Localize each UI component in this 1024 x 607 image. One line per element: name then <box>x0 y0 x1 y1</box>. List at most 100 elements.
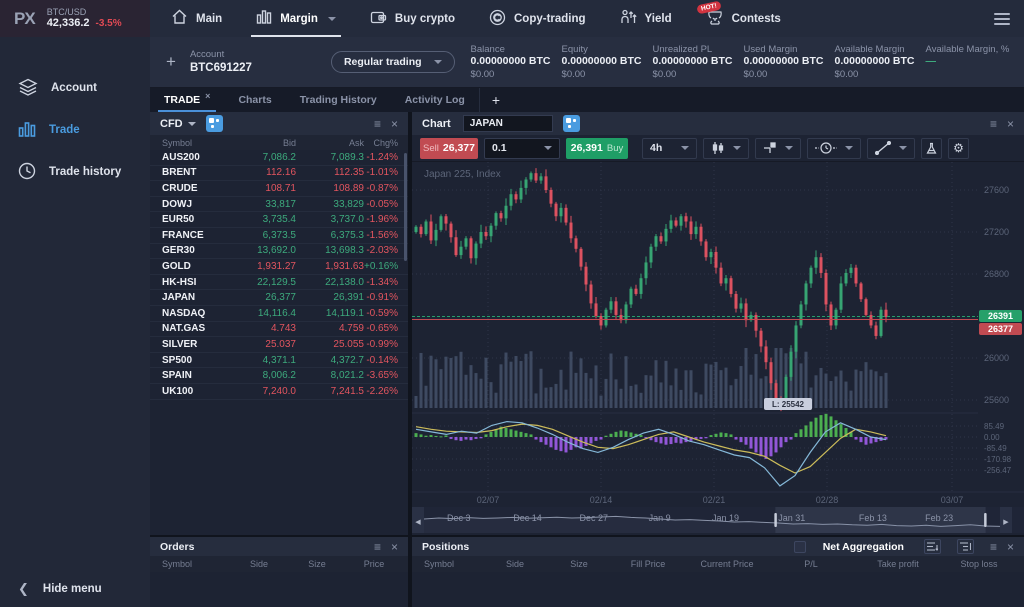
nav-item-buy-crypto[interactable]: Buy crypto <box>353 0 472 37</box>
chevron-down-icon <box>188 122 196 126</box>
tab-activity-log[interactable]: Activity Log <box>391 88 479 112</box>
sidebar-item-trade[interactable]: Trade <box>0 109 150 151</box>
panel-menu-icon[interactable]: ≡ <box>374 541 381 553</box>
close-panel-icon[interactable]: × <box>1007 541 1014 553</box>
nav-item-contests[interactable]: HOT!Contests <box>689 0 798 37</box>
net-aggregation-checkbox[interactable] <box>794 541 806 553</box>
nav-item-yield[interactable]: Yield <box>603 0 689 37</box>
tab-charts[interactable]: Charts <box>224 88 285 112</box>
compare-select[interactable] <box>755 138 801 159</box>
macd-histogram-bar <box>520 432 523 437</box>
symbol-cell: SILVER <box>162 339 232 350</box>
volume-bar <box>715 362 718 408</box>
macd-histogram-bar <box>720 432 723 437</box>
volume-bar <box>745 348 748 408</box>
close-tab-icon[interactable]: × <box>205 91 210 101</box>
watchlist-row-gold[interactable]: GOLD1,931.271,931.63+0.16% <box>150 259 408 275</box>
chart-type-select[interactable] <box>703 138 749 159</box>
close-panel-icon[interactable]: × <box>391 541 398 553</box>
price-chart[interactable]: 2639126377L: 255422760027200268002600025… <box>412 162 1024 535</box>
candle-body <box>520 188 523 200</box>
macd-histogram-bar <box>735 437 738 440</box>
sidebar-item-account[interactable]: Account <box>0 67 150 109</box>
panel-menu-icon[interactable]: ≡ <box>374 118 381 130</box>
nav-item-margin[interactable]: Margin <box>239 0 353 37</box>
watchlist-row-crude[interactable]: CRUDE108.71108.89-0.87% <box>150 181 408 197</box>
watchlist-row-spain[interactable]: SPAIN8,006.28,021.2-3.65% <box>150 368 408 384</box>
volume-bar <box>880 376 883 408</box>
panel-menu-icon[interactable]: ≡ <box>990 541 997 553</box>
watchlist-row-brent[interactable]: BRENT112.16112.35-1.01% <box>150 166 408 182</box>
timeframe-select[interactable]: 4h <box>642 138 697 159</box>
add-tab-button[interactable]: + <box>479 88 512 112</box>
close-panel-icon[interactable]: × <box>1007 118 1014 130</box>
volume-bar <box>520 361 523 408</box>
watchlist-row-uk100[interactable]: UK1007,240.07,241.5-2.26% <box>150 384 408 400</box>
watchlist-row-hk-hsi[interactable]: HK-HSI22,129.522,138.0-1.34% <box>150 275 408 291</box>
candle-body <box>550 190 553 204</box>
chg-cell: -0.99% <box>364 339 398 350</box>
symbol-cell: CRUDE <box>162 183 232 194</box>
trading-mode-select[interactable]: Regular trading <box>331 51 455 73</box>
sell-button[interactable]: Sell 26,377 <box>420 138 478 159</box>
quantity-select[interactable]: 0.1 <box>484 138 560 159</box>
bid-cell: 13,692.0 <box>232 245 296 256</box>
close-panel-icon[interactable]: × <box>391 118 398 130</box>
symbol-cell: NAT.GAS <box>162 323 232 334</box>
chart-settings-button[interactable]: ⚙ <box>948 138 969 159</box>
watchlist-row-ger30[interactable]: GER3013,692.013,698.3-2.03% <box>150 244 408 260</box>
column-header: Size <box>546 559 612 569</box>
watchlist-title[interactable]: CFD <box>160 118 183 130</box>
volume-bar <box>705 364 708 408</box>
account-block[interactable]: Account BTC691227 <box>190 49 295 75</box>
chart-symbol-input[interactable] <box>463 115 553 132</box>
link-symbol-icon[interactable] <box>206 115 223 132</box>
hide-menu-button[interactable]: ❮ Hide menu <box>18 581 102 597</box>
symbol-cell: JAPAN <box>162 292 232 303</box>
volume-bar <box>740 366 743 408</box>
candle-body <box>455 237 458 255</box>
watchlist-row-eur50[interactable]: EUR503,735.43,737.0-1.96% <box>150 212 408 228</box>
menu-hamburger-icon[interactable] <box>980 0 1024 37</box>
watchlist-row-nasdaq[interactable]: NASDAQ14,116.414,119.1-0.59% <box>150 306 408 322</box>
stat-sub-value: $0.00 <box>744 69 835 81</box>
watchlist-row-sp500[interactable]: SP5004,371.14,372.7-0.14% <box>150 353 408 369</box>
sidebar-item-trade-history[interactable]: Trade history <box>0 151 150 193</box>
ask-cell: 13,698.3 <box>296 245 364 256</box>
bid-cell: 1,931.27 <box>232 261 296 272</box>
nav-item-main[interactable]: Main <box>154 0 239 37</box>
nav-item-copy-trading[interactable]: Copy-trading <box>472 0 603 37</box>
candle-body <box>790 352 793 377</box>
watchlist-row-nat.gas[interactable]: NAT.GAS4.7434.759-0.65% <box>150 322 408 338</box>
top-bar: PX BTC/USD 42,336.2 -3.5% MainMarginBuy … <box>0 0 1024 37</box>
group-list-button[interactable] <box>957 539 974 554</box>
stat-label: Equity <box>562 44 653 56</box>
hide-menu-label: Hide menu <box>43 583 102 595</box>
chg-cell: -2.26% <box>364 386 398 397</box>
watchlist-row-japan[interactable]: JAPAN26,37726,391-0.91% <box>150 290 408 306</box>
stat-label: Available Margin, % <box>926 44 1017 56</box>
watchlist-row-dowj[interactable]: DOWJ33,81733,829-0.05% <box>150 197 408 213</box>
navigator-date-label: Dec 14 <box>513 513 542 523</box>
buy-price: 26,391 <box>571 142 603 154</box>
sort-list-button[interactable] <box>924 539 941 554</box>
watchlist-row-france[interactable]: FRANCE6,373.56,375.3-1.56% <box>150 228 408 244</box>
watchlist-scrollbar[interactable] <box>404 153 407 261</box>
ask-cell: 112.35 <box>296 167 364 178</box>
buy-button[interactable]: 26,391 Buy <box>566 138 628 159</box>
column-header: Side <box>484 559 546 569</box>
draw-line-select[interactable] <box>867 138 915 159</box>
watchlist-row-silver[interactable]: SILVER25.03725.055-0.99% <box>150 337 408 353</box>
macd-histogram-bar <box>615 432 618 437</box>
tab-trade[interactable]: TRADE× <box>150 88 224 112</box>
time-settings-select[interactable] <box>807 138 861 159</box>
macd-histogram-bar <box>465 437 468 440</box>
watchlist-row-aus200[interactable]: AUS2007,086.27,089.3-1.24% <box>150 150 408 166</box>
panel-menu-icon[interactable]: ≡ <box>990 118 997 130</box>
tab-trading-history[interactable]: Trading History <box>286 88 391 112</box>
chg-cell: -0.14% <box>364 355 398 366</box>
add-account-button[interactable]: + <box>150 52 190 72</box>
link-symbol-icon[interactable] <box>563 115 580 132</box>
indicators-flask-button[interactable] <box>921 138 942 159</box>
brand-zone: PX BTC/USD 42,336.2 -3.5% <box>0 0 150 37</box>
